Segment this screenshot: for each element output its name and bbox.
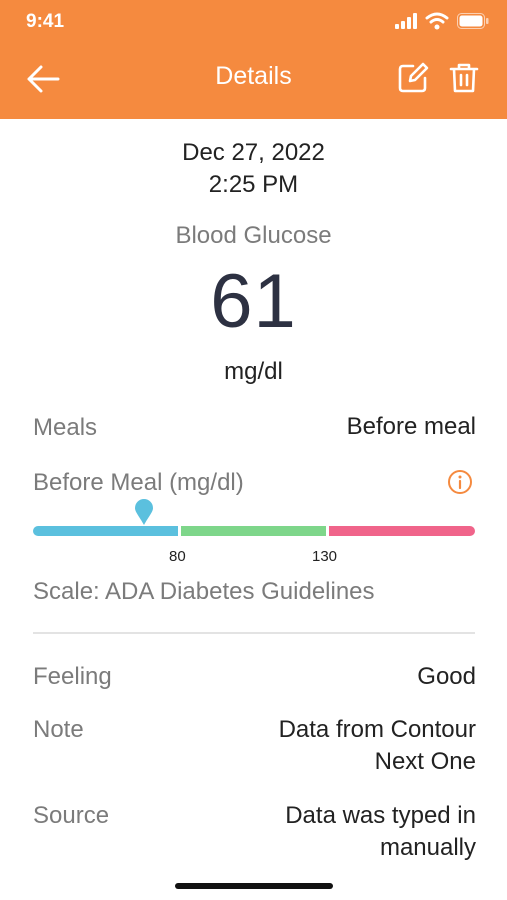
meals-label: Meals [33,414,98,441]
signal-icon [395,13,417,29]
home-indicator[interactable] [175,883,333,889]
range-low-segment [33,526,178,536]
note-value-line: Next One [374,748,476,775]
status-time: 9:41 [26,11,65,32]
header-bar: 9:41 Details [0,0,507,119]
range-tick-80: 80 [169,548,186,565]
scale-caption: Scale: ADA Diabetes Guidelines [33,578,375,605]
page-title: Details [215,62,292,90]
source-value-line: manually [379,834,476,861]
source-label: Source [33,802,110,829]
edit-icon[interactable] [397,62,429,94]
source-value-line: Data was typed in [285,802,476,829]
glucose-unit: mg/dl [224,358,283,385]
info-icon[interactable] [447,469,473,495]
battery-icon [457,13,489,29]
note-value: Data from Contour Next One [279,714,476,778]
range-tick-130: 130 [312,548,338,565]
wifi-icon [425,12,449,30]
range-normal-segment [181,526,326,536]
feeling-label: Feeling [33,663,112,690]
meals-value: Before meal [346,413,476,440]
glucose-range-bar [33,526,475,536]
reading-date: Dec 27, 2022 [182,139,325,166]
note-value-line: Data from Contour [278,716,476,743]
metric-label: Blood Glucose [175,222,332,249]
trash-icon[interactable] [449,62,479,94]
range-high-segment [329,526,475,536]
note-label: Note [33,716,84,743]
reading-time: 2:25 PM [208,171,299,198]
value-marker-icon [135,499,153,525]
glucose-value: 61 [210,259,297,344]
status-icons [395,12,489,30]
feeling-value: Good [417,663,476,690]
source-value: Data was typed in manually [285,800,476,864]
range-label: Before Meal (mg/dl) [33,469,244,496]
divider [33,632,475,634]
